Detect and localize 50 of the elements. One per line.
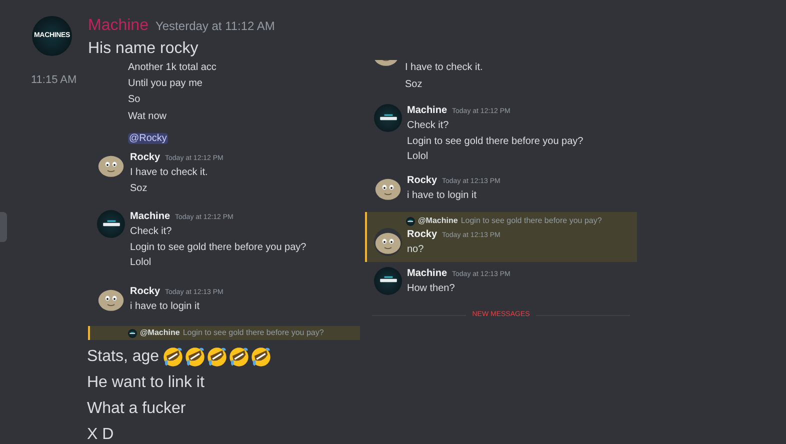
user-mention: @Machine [140, 327, 180, 340]
timestamp: Yesterday at 11:12 AM [155, 18, 275, 35]
user-mention: @Rocky [128, 132, 168, 144]
author-name: Machine [88, 16, 148, 36]
user-mention: @Machine [418, 215, 458, 227]
message-text: I have to check it. [405, 61, 483, 75]
laughing-emoji-icon [162, 346, 184, 368]
message-text: Check it? [407, 119, 450, 133]
timestamp: 11:15 AM [31, 74, 77, 86]
message-text: Check it? [130, 225, 173, 240]
logo-avatar [374, 104, 402, 132]
author-name: Machine [407, 104, 448, 117]
message-text: Stats, age [87, 347, 160, 367]
message-text: Lolol [407, 150, 430, 164]
message-text: no? [407, 243, 425, 257]
laughing-emoji-icon [206, 346, 228, 368]
message-text: He want to link it [87, 373, 204, 393]
message-text: Wat now [127, 110, 168, 124]
message-text: i have to login it [407, 188, 478, 202]
message-text: Until you pay me [127, 77, 204, 92]
laughing-emoji-icon [184, 346, 206, 368]
message-text: So [127, 93, 142, 108]
reply-preview: Login to see gold there before you pay? [182, 327, 324, 340]
author-name: Rocky [407, 174, 438, 186]
reply-preview: Login to see gold there before you pay? [460, 215, 602, 227]
logo-avatar [406, 216, 415, 226]
message-text: Lolol [130, 256, 152, 270]
rock-avatar [374, 228, 402, 256]
message-text: Soz [130, 182, 148, 196]
message-text: Soz [405, 78, 424, 92]
message-text: Login to see gold there before you pay? [130, 240, 306, 255]
message-text: Login to see gold there before you pay? [407, 134, 584, 148]
author-name: Machine [407, 266, 448, 280]
message-text: X D [87, 425, 114, 444]
message-text: Another 1k total acc [127, 61, 218, 75]
logo-avatar [97, 210, 125, 238]
message-text: His name rocky [88, 39, 200, 59]
message-text: i have to login it [130, 300, 200, 314]
logo-avatar [128, 328, 137, 338]
message-text: I have to check it. [130, 166, 209, 180]
message-text: How then? [407, 282, 456, 296]
scrollbar-thumb[interactable] [0, 212, 7, 242]
laughing-emoji-icon [250, 346, 272, 368]
author-name: Rocky [407, 228, 438, 241]
logo-avatar [374, 266, 402, 294]
message-text: What a fucker [87, 399, 186, 419]
author-name: Rocky [130, 151, 160, 164]
author-name: Rocky [130, 284, 160, 298]
author-name: Machine [130, 210, 170, 224]
laughing-emoji-icon [228, 346, 250, 368]
